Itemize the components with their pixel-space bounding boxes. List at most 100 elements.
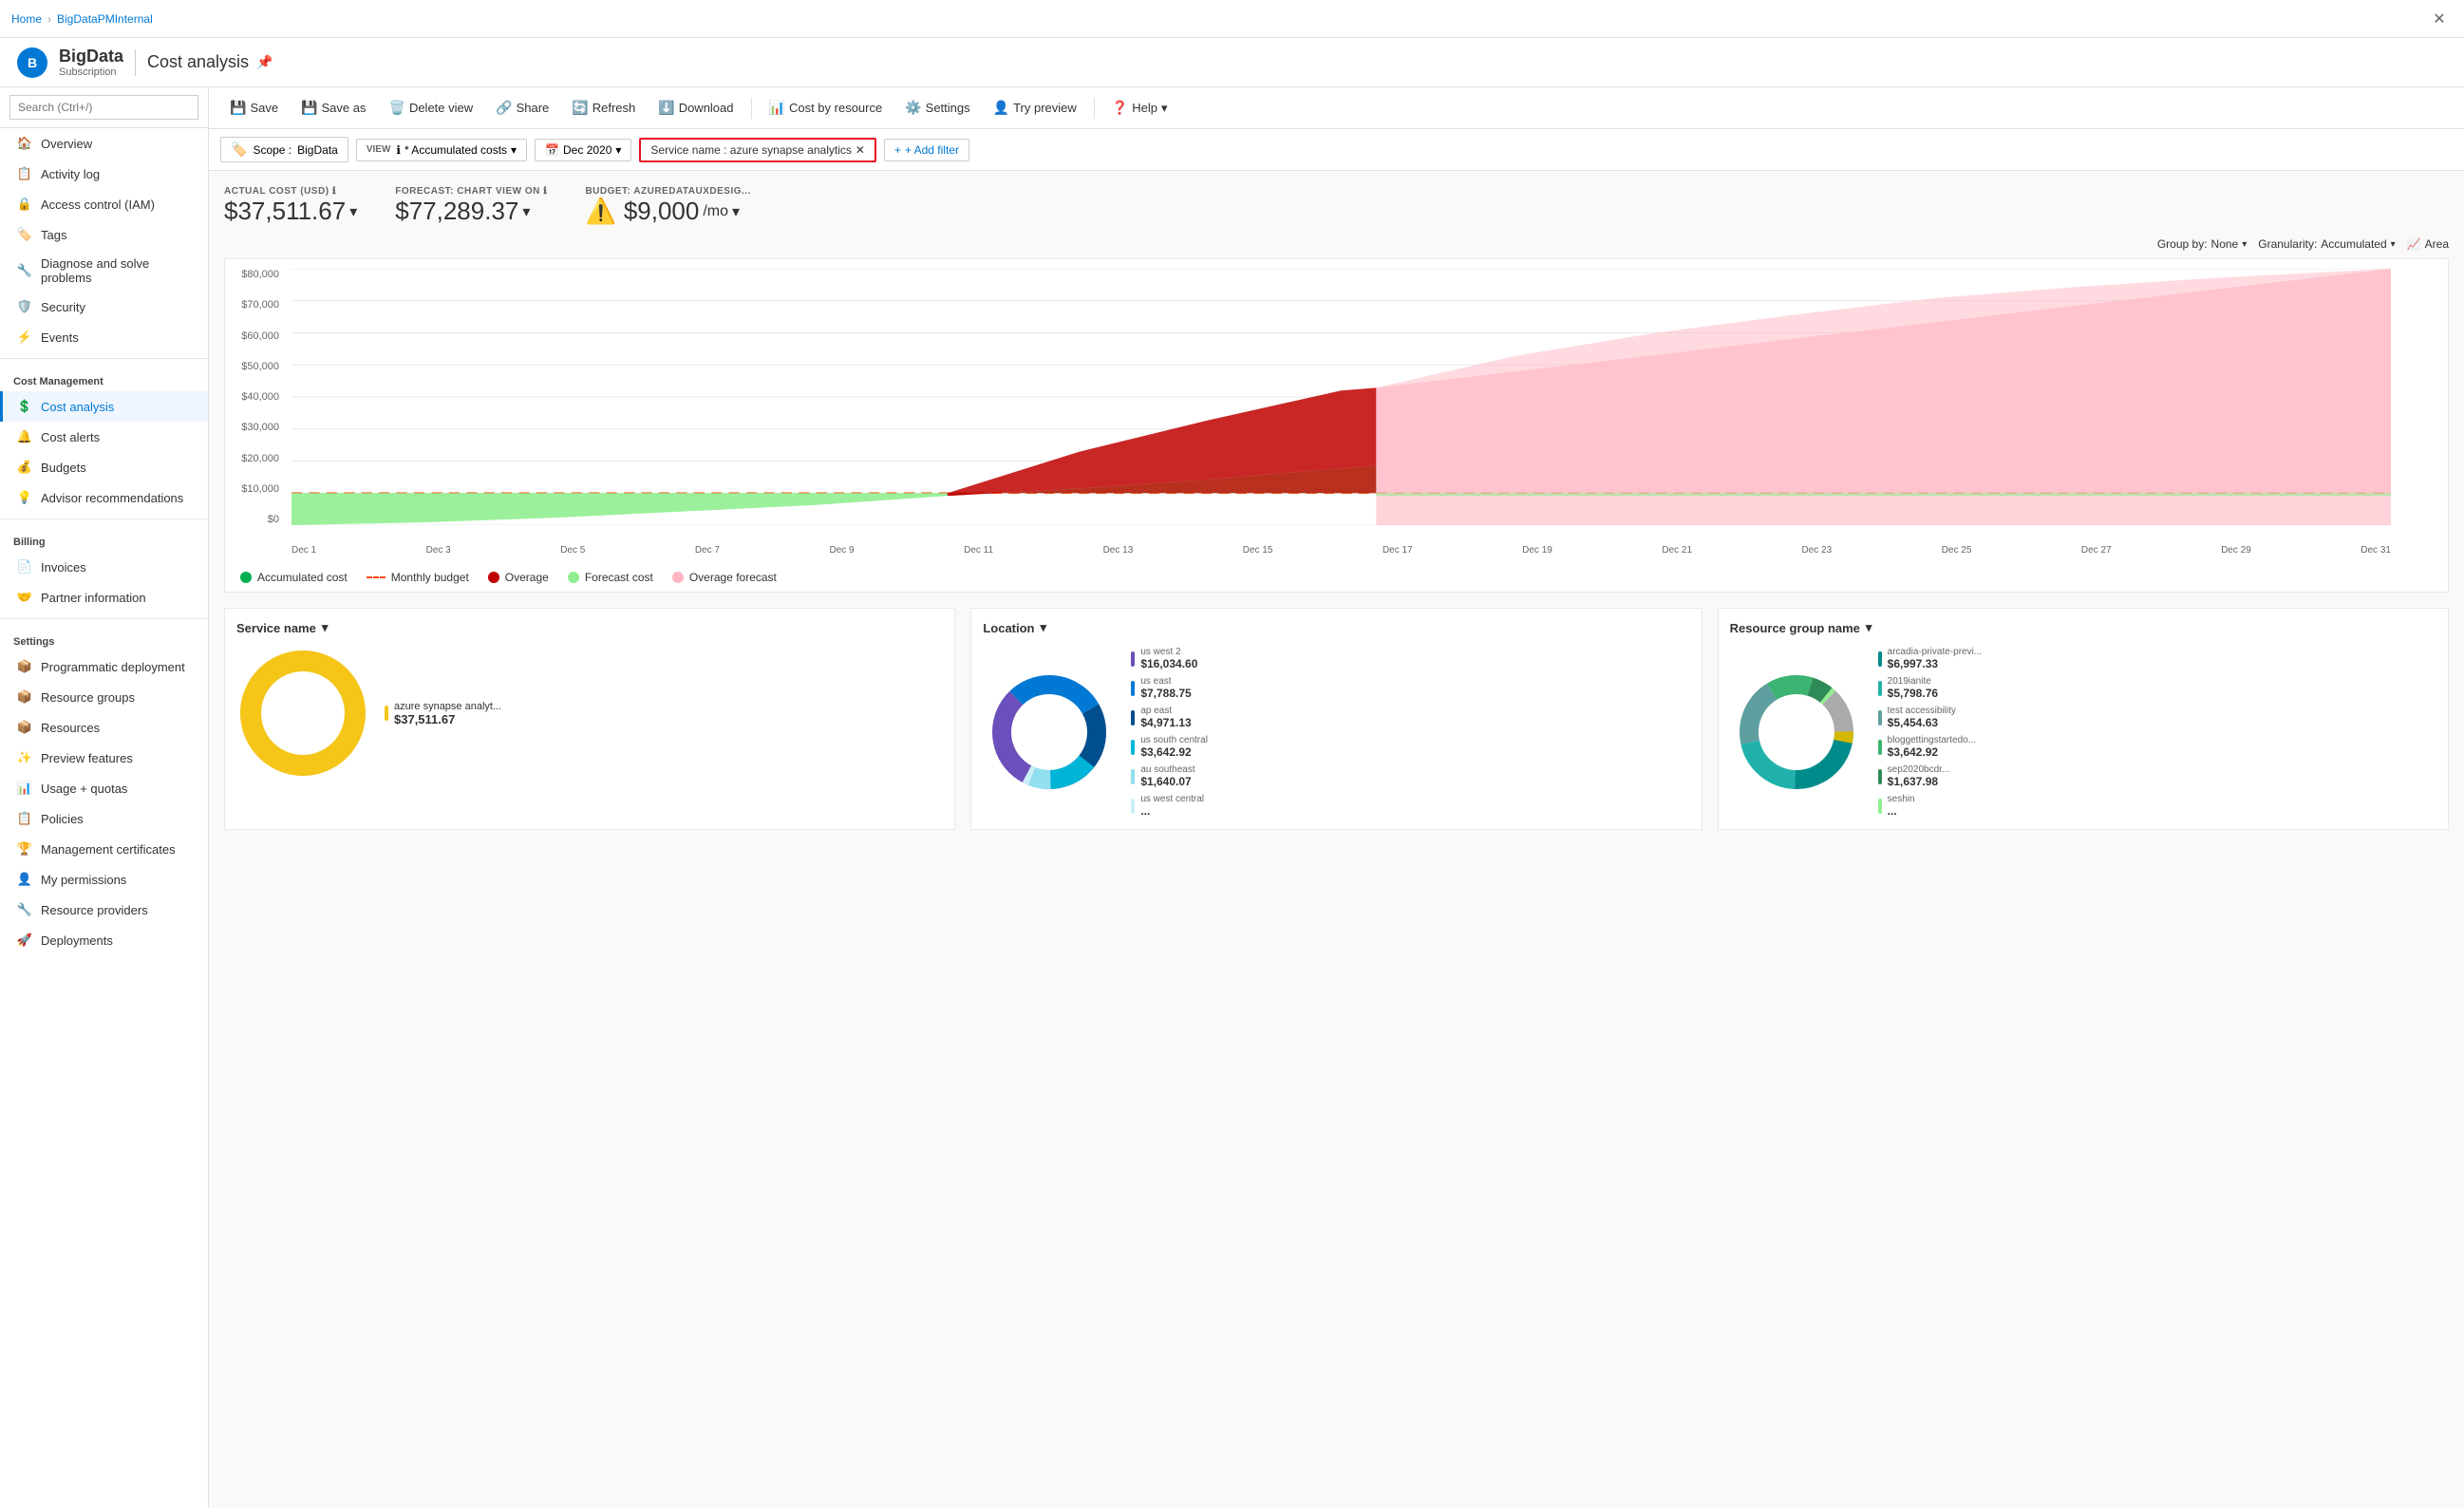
sidebar-item-cost-analysis[interactable]: 💲Cost analysis (0, 391, 208, 422)
sidebar-item-usage--quotas[interactable]: 📊Usage + quotas (0, 773, 208, 803)
date-button[interactable]: 📅 Dec 2020 ▾ (535, 139, 631, 161)
sidebar-item-events[interactable]: ⚡Events (0, 322, 208, 352)
scope-label: Scope : (253, 143, 292, 157)
sidebar-icon-1: 📋 (16, 165, 33, 182)
service-filter-close[interactable]: ✕ (856, 143, 865, 157)
sidebar-label-19: Management certificates (41, 842, 176, 857)
settings-button[interactable]: ⚙️ Settings (895, 95, 979, 121)
help-button[interactable]: ❓ Help ▾ (1102, 95, 1177, 121)
sidebar: 🏠Overview📋Activity log🔒Access control (I… (0, 87, 209, 1508)
rg-bar-6 (1878, 799, 1882, 814)
sidebar-item-invoices[interactable]: 📄Invoices (0, 552, 208, 582)
close-button[interactable]: ✕ (2426, 6, 2453, 32)
rg-item-5: sep2020bcdr...$1,637.98 (1878, 764, 1982, 788)
service-value-1: $37,511.67 (394, 712, 501, 726)
sidebar-item-programmatic-deployment[interactable]: 📦Programmatic deployment (0, 651, 208, 682)
loc-item-1: us west 2$16,034.60 (1131, 647, 1208, 670)
service-donut-section: azure synapse analyt... $37,511.67 (236, 647, 943, 780)
sidebar-icon-10: 💡 (16, 489, 33, 506)
try-preview-button[interactable]: 👤 Try preview (984, 95, 1086, 121)
sidebar-icon-13: 📦 (16, 658, 33, 675)
sidebar-item-deployments[interactable]: 🚀Deployments (0, 925, 208, 955)
rg-donut-section: arcadia-private-previ...$6,997.33 2019ia… (1730, 647, 2436, 818)
location-chart-title[interactable]: Location ▾ (983, 620, 1689, 635)
x-dec9: Dec 9 (830, 545, 855, 556)
sidebar-item-activity-log[interactable]: 📋Activity log (0, 159, 208, 189)
service-label-detail-1: azure synapse analyt... $37,511.67 (394, 701, 501, 726)
sidebar-item-resource-providers[interactable]: 🔧Resource providers (0, 895, 208, 925)
sidebar-icon-17: 📊 (16, 780, 33, 797)
chart-legend: Accumulated cost Monthly budget Overage … (225, 563, 2448, 592)
loc-item-3: ap east$4,971.13 (1131, 706, 1208, 729)
actual-cost-value: $37,511.67 ▾ (224, 197, 357, 226)
date-chevron: ▾ (615, 143, 621, 157)
pin-icon[interactable]: 📌 (256, 54, 273, 70)
sidebar-item-access-control-iam[interactable]: 🔒Access control (IAM) (0, 189, 208, 219)
sidebar-item-advisor-recommendations[interactable]: 💡Advisor recommendations (0, 482, 208, 513)
y-label-40k: $40,000 (233, 391, 279, 403)
granularity-value: Accumulated (2321, 237, 2386, 251)
sidebar-section-billing: Billing (0, 525, 208, 552)
share-button[interactable]: 🔗 Share (486, 95, 558, 121)
sidebar-item-resources[interactable]: 📦Resources (0, 712, 208, 743)
sidebar-item-policies[interactable]: 📋Policies (0, 803, 208, 834)
sidebar-item-cost-alerts[interactable]: 🔔Cost alerts (0, 422, 208, 452)
scope-button[interactable]: 🏷️ Scope : BigData (220, 137, 348, 162)
actual-cost-label: ACTUAL COST (USD) ℹ (224, 186, 357, 197)
sidebar-item-security[interactable]: 🛡️Security (0, 292, 208, 322)
sidebar-item-diagnose-and-solve-problems[interactable]: 🔧Diagnose and solve problems (0, 250, 208, 292)
sidebar-item-budgets[interactable]: 💰Budgets (0, 452, 208, 482)
forecast-trend-icon: ▾ (522, 202, 530, 221)
sidebar-item-management-certificates[interactable]: 🏆Management certificates (0, 834, 208, 864)
search-input[interactable] (9, 95, 198, 120)
cost-by-resource-button[interactable]: 📊 Cost by resource (760, 95, 893, 121)
view-button[interactable]: VIEW ℹ * Accumulated costs ▾ (356, 139, 527, 161)
download-button[interactable]: ⬇️ Download (649, 95, 743, 121)
granularity-control[interactable]: Granularity: Accumulated ▾ (2258, 237, 2395, 251)
sidebar-item-tags[interactable]: 🏷️Tags (0, 219, 208, 250)
service-chevron-icon: ▾ (322, 620, 329, 635)
actual-info-icon: ℹ (332, 186, 336, 197)
save-label: Save (250, 101, 278, 115)
actual-cost-item: ACTUAL COST (USD) ℹ $37,511.67 ▾ (224, 186, 357, 226)
x-dec23: Dec 23 (1802, 545, 1833, 556)
rg-item-6: seshin... (1878, 794, 1982, 818)
sidebar-icon-21: 🔧 (16, 901, 33, 918)
delete-view-button[interactable]: 🗑️ Delete view (380, 95, 483, 121)
save-button[interactable]: 💾 Save (220, 95, 288, 121)
refresh-button[interactable]: 🔄 Refresh (562, 95, 645, 121)
x-dec29: Dec 29 (2221, 545, 2251, 556)
breadcrumb-subscription[interactable]: BigDataPMInternal (57, 12, 153, 26)
settings-label: Settings (926, 101, 970, 115)
view-type-control[interactable]: 📈 Area (2407, 237, 2449, 251)
group-by-control[interactable]: Group by: None ▾ (2157, 237, 2247, 251)
forecast-cost-label: FORECAST: CHART VIEW ON ℹ (395, 186, 547, 197)
granularity-chevron: ▾ (2391, 239, 2396, 250)
y-label-50k: $50,000 (233, 361, 279, 372)
sidebar-item-preview-features[interactable]: ✨Preview features (0, 743, 208, 773)
sidebar-divider-13 (0, 618, 208, 619)
legend-budget-label: Monthly budget (391, 571, 469, 584)
breadcrumb-home[interactable]: Home (11, 12, 42, 26)
sidebar-section-settings: Settings (0, 625, 208, 651)
rg-donut-svg (1730, 666, 1863, 799)
legend-overage-label: Overage (505, 571, 549, 584)
sidebar-item-resource-groups[interactable]: 📦Resource groups (0, 682, 208, 712)
sidebar-label-22: Deployments (41, 933, 113, 948)
service-chart-title[interactable]: Service name ▾ (236, 620, 943, 635)
rg-bar-3 (1878, 710, 1882, 726)
x-dec19: Dec 19 (1522, 545, 1552, 556)
legend-overage: Overage (488, 571, 549, 584)
preview-label: Try preview (1013, 101, 1077, 115)
group-by-chevron: ▾ (2242, 239, 2247, 250)
add-filter-button[interactable]: + + Add filter (884, 139, 969, 161)
sidebar-item-overview[interactable]: 🏠Overview (0, 128, 208, 159)
legend-line-budget (367, 576, 386, 578)
save-as-button[interactable]: 💾 Save as (292, 95, 375, 121)
sidebar-item-my-permissions[interactable]: 👤My permissions (0, 864, 208, 895)
sidebar-item-partner-information[interactable]: 🤝Partner information (0, 582, 208, 613)
main-content: ACTUAL COST (USD) ℹ $37,511.67 ▾ FORECAS… (209, 171, 2464, 1508)
sidebar-icon-12: 🤝 (16, 589, 33, 606)
chart-controls: Group by: None ▾ Granularity: Accumulate… (224, 237, 2449, 251)
rg-chart-title[interactable]: Resource group name ▾ (1730, 620, 2436, 635)
